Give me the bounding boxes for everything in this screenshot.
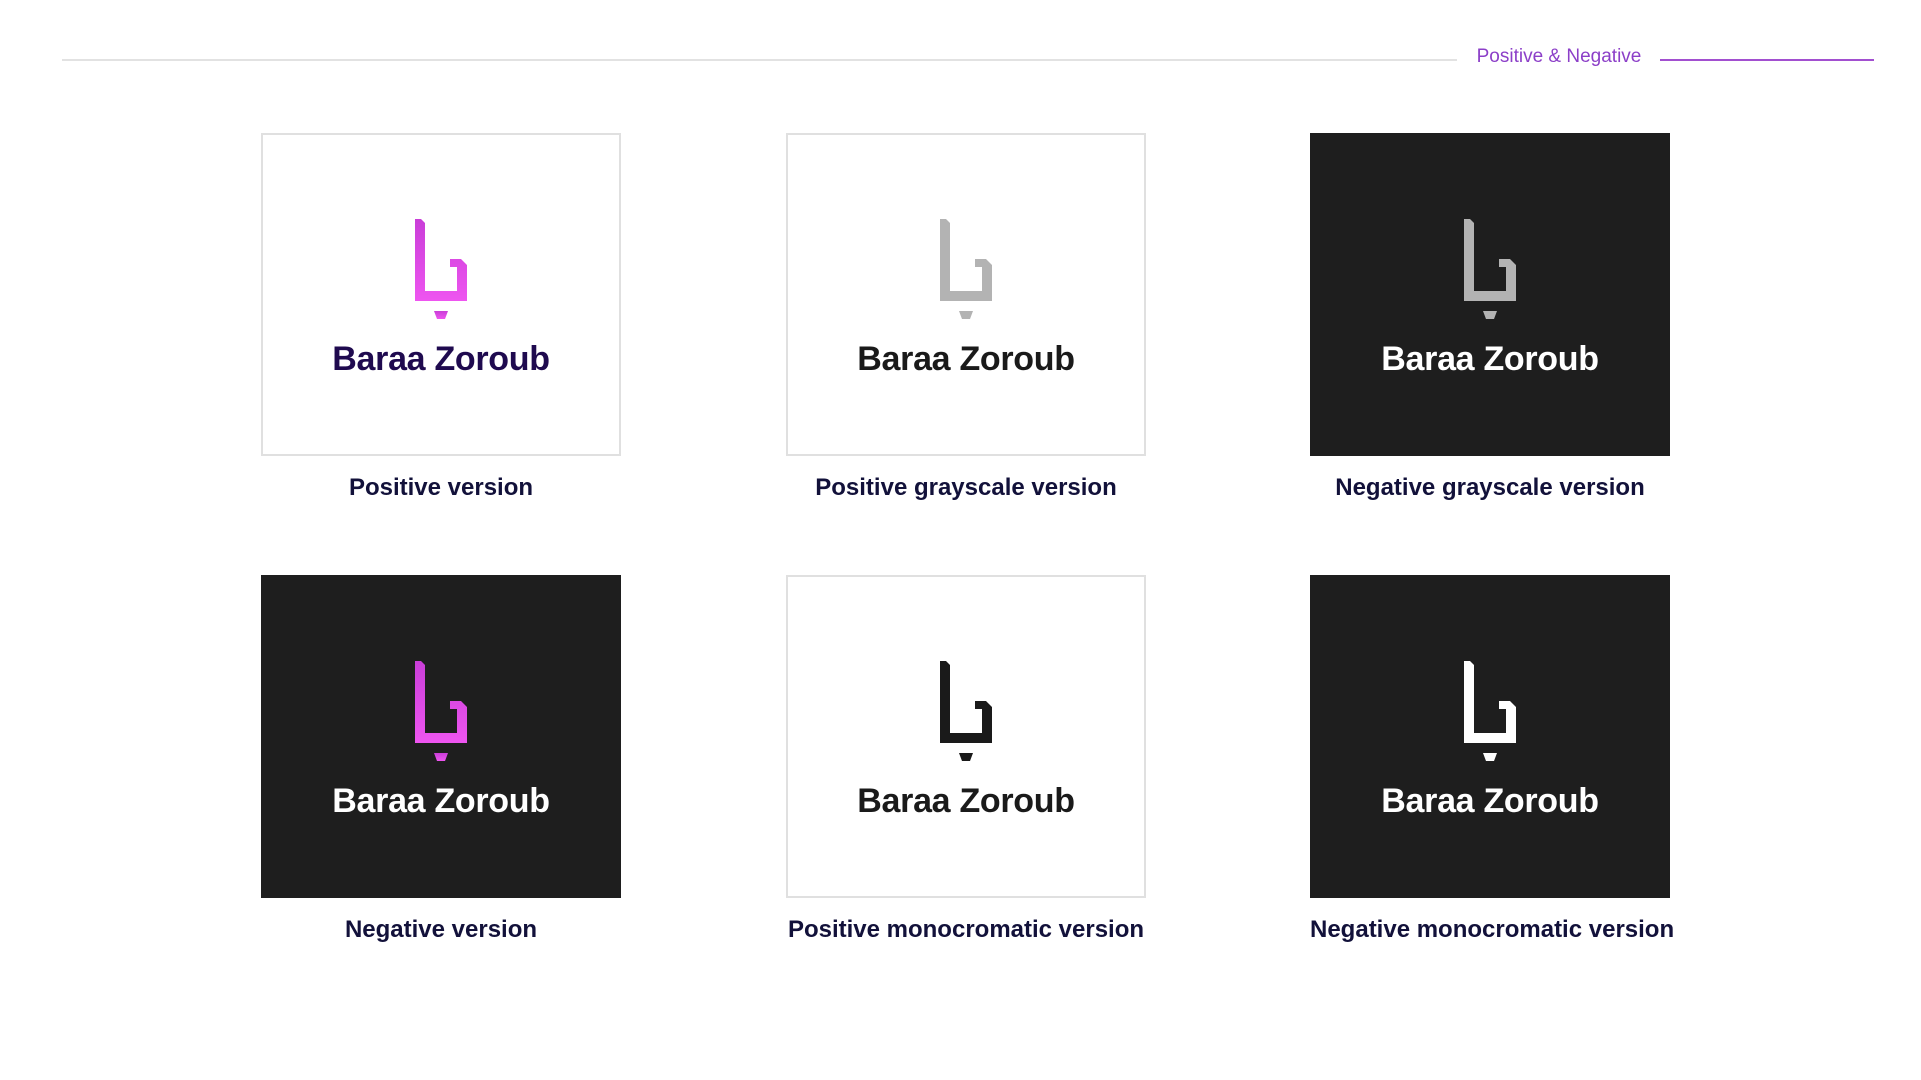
baa-letter-mark-icon bbox=[1462, 661, 1518, 773]
brand-name: Baraa Zoroub bbox=[857, 340, 1075, 378]
baa-letter-mark-icon bbox=[1464, 219, 1516, 319]
logo-card-positive-grayscale: Baraa Zoroub Positive grayscale version bbox=[786, 133, 1146, 502]
logo-tile: Baraa Zoroub bbox=[786, 133, 1146, 456]
baa-letter-mark-icon bbox=[940, 219, 992, 319]
baa-letter-mark-icon bbox=[413, 219, 469, 331]
logo-tile: Baraa Zoroub bbox=[261, 575, 621, 898]
letter-stroke bbox=[415, 219, 467, 301]
logo-tile: Baraa Zoroub bbox=[1310, 575, 1670, 898]
letter-stroke bbox=[415, 661, 467, 743]
card-caption: Negative version bbox=[344, 916, 538, 943]
baa-letter-mark-icon bbox=[938, 661, 994, 773]
baa-letter-mark-icon bbox=[938, 219, 994, 331]
card-caption: Negative monocromatic version bbox=[1310, 916, 1675, 943]
baa-letter-mark-icon bbox=[415, 661, 467, 761]
letter-stroke bbox=[1464, 661, 1516, 743]
letter-dot bbox=[434, 311, 448, 319]
letter-dot bbox=[959, 311, 973, 319]
brand-name: Baraa Zoroub bbox=[332, 782, 550, 820]
logo-card-negative-monochromatic: Baraa Zoroub Negative monocromatic versi… bbox=[1310, 575, 1675, 944]
brand-name: Baraa Zoroub bbox=[1381, 340, 1599, 378]
brand-name: Baraa Zoroub bbox=[857, 782, 1075, 820]
card-caption: Positive grayscale version bbox=[815, 474, 1117, 501]
logo-card-positive: Baraa Zoroub Positive version bbox=[261, 133, 621, 502]
card-caption: Negative grayscale version bbox=[1335, 474, 1645, 501]
header-divider-left bbox=[62, 59, 1457, 61]
letter-dot bbox=[959, 753, 973, 761]
letter-stroke bbox=[940, 219, 992, 301]
letter-stroke bbox=[940, 661, 992, 743]
brand-name: Baraa Zoroub bbox=[332, 340, 550, 378]
letter-dot bbox=[1483, 753, 1497, 761]
header-divider-right bbox=[1660, 59, 1874, 61]
baa-letter-mark-icon bbox=[413, 661, 469, 773]
baa-letter-mark-icon bbox=[940, 661, 992, 761]
baa-letter-mark-icon bbox=[1464, 661, 1516, 761]
baa-letter-mark-icon bbox=[415, 219, 467, 319]
logo-tile: Baraa Zoroub bbox=[261, 133, 621, 456]
letter-dot bbox=[434, 753, 448, 761]
card-caption: Positive monocromatic version bbox=[787, 916, 1145, 943]
card-caption: Positive version bbox=[348, 474, 534, 501]
logo-card-positive-monochromatic: Baraa Zoroub Positive monocromatic versi… bbox=[786, 575, 1146, 944]
section-title: Positive & Negative bbox=[1476, 46, 1642, 67]
letter-dot bbox=[1483, 311, 1497, 319]
baa-letter-mark-icon bbox=[1462, 219, 1518, 331]
logo-tile: Baraa Zoroub bbox=[786, 575, 1146, 898]
logo-card-negative: Baraa Zoroub Negative version bbox=[261, 575, 621, 944]
logo-card-negative-grayscale: Baraa Zoroub Negative grayscale version bbox=[1310, 133, 1670, 502]
letter-stroke bbox=[1464, 219, 1516, 301]
logo-tile: Baraa Zoroub bbox=[1310, 133, 1670, 456]
brand-name: Baraa Zoroub bbox=[1381, 782, 1599, 820]
